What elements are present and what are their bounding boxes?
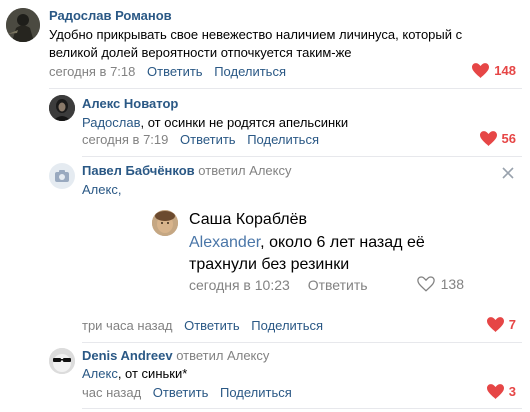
avatar-face-icon (152, 210, 178, 236)
divider (49, 88, 522, 89)
like-count: 7 (508, 317, 516, 332)
avatar[interactable] (6, 8, 40, 42)
close-icon (502, 167, 514, 179)
embedded-mention: Alexander (189, 234, 261, 251)
share-button[interactable]: Поделиться (220, 385, 292, 400)
embedded-screenshot[interactable]: Саша Кораблёв Alexander, около 6 лет наз… (140, 204, 495, 304)
replied-to-label[interactable]: ответил Алексу (198, 163, 291, 178)
share-button[interactable]: Поделиться (247, 132, 319, 147)
camera-icon (55, 170, 69, 182)
divider (82, 342, 522, 343)
avatar-sunglasses-icon (49, 348, 75, 374)
author-name[interactable]: Павел Бабчёнков ответил Алексу (82, 163, 292, 178)
embedded-comment-text: Alexander, около 6 лет назад её трахнули… (189, 234, 425, 273)
embedded-timestamp: сегодня в 10:23 (189, 277, 290, 293)
comment-meta: сегодня в 7:19 Ответить Поделиться (82, 132, 319, 147)
avatar[interactable] (49, 348, 75, 374)
avatar[interactable] (49, 163, 75, 189)
divider (82, 408, 522, 409)
share-button[interactable]: Поделиться (214, 64, 286, 79)
comment-text: Удобно прикрывать свое невежество наличи… (49, 27, 463, 42)
avatar-figure-icon (6, 8, 40, 42)
timestamp[interactable]: час назад (82, 385, 141, 400)
like-button[interactable]: 3 (486, 384, 516, 399)
comment-meta: сегодня в 7:18 Ответить Поделиться (49, 64, 286, 79)
author-name[interactable]: Denis Andreev ответил Алексу (82, 348, 269, 363)
embedded-like: 138 (416, 276, 464, 292)
divider (82, 156, 522, 157)
reply-button[interactable]: Ответить (147, 64, 203, 79)
reply-button[interactable]: Ответить (180, 132, 236, 147)
like-button[interactable]: 148 (472, 63, 516, 78)
like-button[interactable]: 56 (479, 131, 516, 146)
author-name[interactable]: Радослав Романов (49, 8, 172, 23)
embedded-reply-label: Ответить (307, 277, 368, 293)
heart-icon (486, 317, 504, 332)
comment-meta: три часа назад Ответить Поделиться (82, 318, 323, 333)
avatar-figure-icon (49, 95, 75, 121)
share-button[interactable]: Поделиться (251, 318, 323, 333)
mention-link[interactable]: Алекс (82, 366, 118, 381)
comment-text: великой долей вероятности отпочкуется та… (49, 45, 352, 60)
like-count: 3 (508, 384, 516, 399)
avatar (152, 210, 178, 236)
close-button[interactable] (502, 166, 514, 179)
timestamp[interactable]: три часа назад (82, 318, 172, 333)
heart-icon (486, 384, 504, 399)
like-count: 148 (494, 63, 516, 78)
timestamp[interactable]: сегодня в 7:19 (82, 132, 168, 147)
embedded-author-name: Саша Кораблёв (189, 211, 308, 228)
like-count: 56 (501, 131, 516, 146)
like-button[interactable]: 7 (486, 317, 516, 332)
mention-link[interactable]: Радослав (82, 115, 141, 130)
heart-icon (472, 63, 490, 78)
comment-meta: час назад Ответить Поделиться (82, 385, 292, 400)
comment-text: Алекс, (82, 181, 121, 199)
heart-outline-icon (416, 276, 435, 292)
comment-text: Алекс, от синьки* (82, 366, 188, 381)
avatar[interactable] (49, 95, 75, 121)
author-name[interactable]: Алекс Новатор (82, 96, 178, 111)
reply-button[interactable]: Ответить (153, 385, 209, 400)
embedded-like-count: 138 (440, 276, 464, 292)
replied-to-label[interactable]: ответил Алексу (176, 348, 269, 363)
timestamp[interactable]: сегодня в 7:18 (49, 64, 135, 79)
comment-text: Радослав, от осинки не родятся апельсинк… (82, 115, 349, 130)
heart-icon (479, 131, 497, 146)
mention-link[interactable]: Алекс, (82, 182, 121, 197)
embedded-meta: сегодня в 10:23 Ответить (189, 277, 368, 293)
reply-button[interactable]: Ответить (184, 318, 240, 333)
